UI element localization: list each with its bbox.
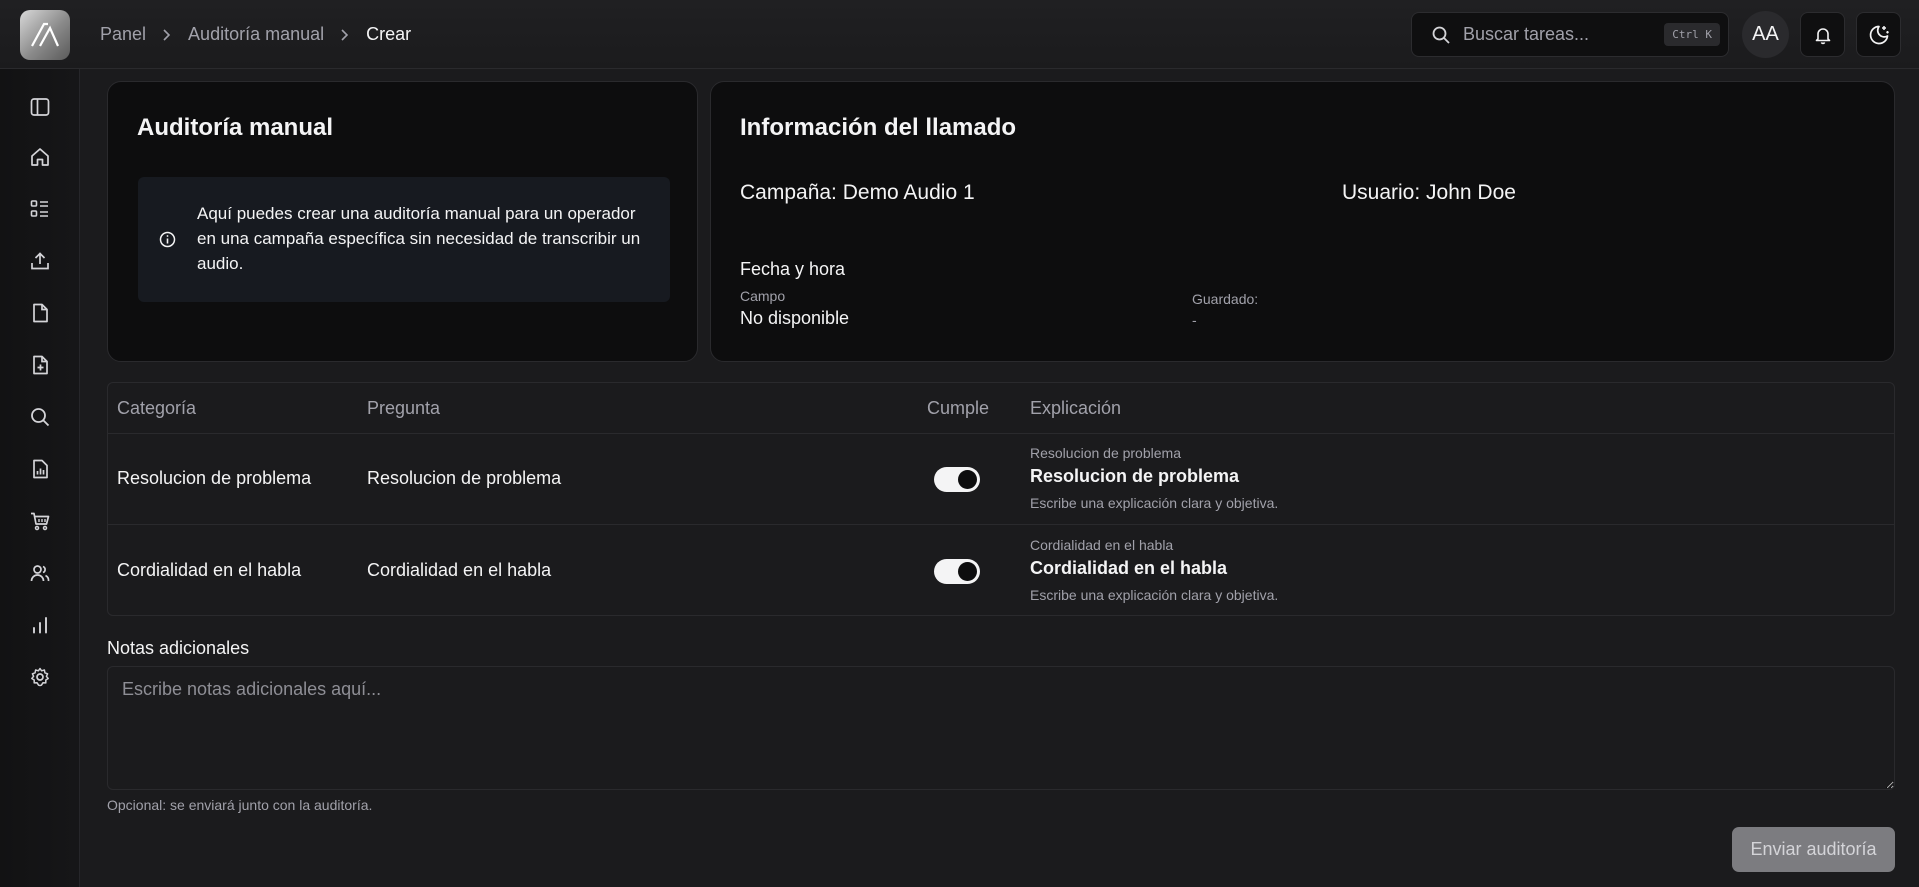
table-row: Resolucion de problema Resolucion de pro… — [108, 434, 1894, 525]
complies-toggle[interactable] — [934, 467, 980, 492]
explanation-title: Resolucion de problema — [1030, 466, 1240, 486]
bar-chart-icon[interactable] — [27, 612, 53, 638]
sidebar — [0, 69, 80, 887]
notes-hint: Opcional: se enviará junto con la audito… — [107, 797, 373, 813]
theme-toggle-button[interactable] — [1856, 12, 1901, 57]
header-complies: Cumple — [927, 398, 990, 418]
complies-toggle[interactable] — [934, 559, 980, 584]
datetime-label: Fecha y hora — [740, 259, 846, 279]
breadcrumb-create: Crear — [366, 24, 412, 44]
header-category: Categoría — [117, 398, 197, 418]
breadcrumb-panel[interactable]: Panel — [100, 24, 146, 45]
search-placeholder: Buscar tareas... — [1463, 24, 1590, 44]
settings-icon[interactable] — [27, 664, 53, 690]
cart-icon[interactable] — [27, 508, 53, 534]
info-alert: Aquí puedes crear una auditoría manual p… — [138, 177, 670, 302]
toggle-knob — [958, 562, 977, 581]
bell-icon — [1815, 27, 1830, 44]
row-category: Cordialidad en el habla — [117, 560, 302, 580]
users-icon[interactable] — [27, 560, 53, 586]
chevron-right-icon — [162, 28, 172, 42]
call-info-title: Información del llamado — [740, 114, 1017, 141]
info-alert-text: Aquí puedes crear una auditoría manual p… — [197, 204, 641, 273]
upload-icon[interactable] — [27, 248, 53, 274]
toggle-knob — [958, 470, 977, 489]
home-icon[interactable] — [27, 144, 53, 170]
sidebar-toggle-icon[interactable] — [27, 94, 53, 120]
info-icon — [159, 231, 176, 248]
table-header: Categoría Pregunta Cumple Explicación — [108, 383, 1894, 434]
saved-label: Guardado: — [1192, 291, 1259, 307]
chevron-right-icon — [340, 28, 350, 42]
search-icon — [1431, 25, 1451, 45]
saved-value: - — [1192, 312, 1197, 328]
notifications-button[interactable] — [1800, 12, 1845, 57]
row-category: Resolucion de problema — [117, 468, 312, 488]
row-question: Resolucion de problema — [367, 468, 562, 488]
file-icon[interactable] — [27, 300, 53, 326]
field-value: No disponible — [740, 308, 850, 328]
top-bar: Panel Auditoría manual Crear Buscar tare… — [0, 0, 1919, 69]
moon-stars-icon — [1869, 25, 1889, 44]
manual-audit-title: Auditoría manual — [137, 114, 334, 141]
logo-icon — [31, 22, 60, 47]
table-row: Cordialidad en el habla Cordialidad en e… — [108, 526, 1894, 617]
campaign-label: Campaña: Demo Audio 1 — [740, 181, 975, 204]
explanation-input[interactable]: Escribe una explicación clara y objetiva… — [1030, 495, 1278, 511]
list-icon[interactable] — [27, 196, 53, 222]
avatar[interactable]: AA — [1742, 11, 1789, 58]
search-input[interactable]: Buscar tareas... Ctrl K — [1411, 12, 1729, 57]
notes-label: Notas adicionales — [107, 638, 250, 658]
manual-audit-card: Auditoría manual Aquí puedes crear una a… — [107, 81, 698, 362]
explanation-input[interactable]: Escribe una explicación clara y objetiva… — [1030, 587, 1278, 603]
explanation-title: Cordialidad en el habla — [1030, 558, 1228, 578]
explanation-category: Resolucion de problema — [1030, 445, 1181, 461]
row-question: Cordialidad en el habla — [367, 560, 552, 580]
submit-audit-button[interactable]: Enviar auditoría — [1732, 827, 1895, 872]
user-label: Usuario: John Doe — [1342, 181, 1516, 204]
search-icon[interactable] — [27, 404, 53, 430]
header-explanation: Explicación — [1030, 398, 1122, 418]
field-label: Campo — [740, 288, 786, 304]
file-plus-icon[interactable] — [27, 352, 53, 378]
breadcrumb-manual-audit[interactable]: Auditoría manual — [188, 24, 324, 45]
breadcrumb: Panel Auditoría manual Crear — [100, 0, 411, 69]
app-logo[interactable] — [20, 10, 70, 60]
search-shortcut-badge: Ctrl K — [1664, 23, 1720, 46]
call-info-card: Información del llamado Campaña: Demo Au… — [710, 81, 1895, 362]
explanation-category: Cordialidad en el habla — [1030, 537, 1174, 553]
header-question: Pregunta — [367, 398, 441, 418]
report-icon[interactable] — [27, 456, 53, 482]
notes-textarea[interactable] — [107, 666, 1895, 790]
criteria-table: Categoría Pregunta Cumple Explicación Re… — [107, 382, 1895, 616]
